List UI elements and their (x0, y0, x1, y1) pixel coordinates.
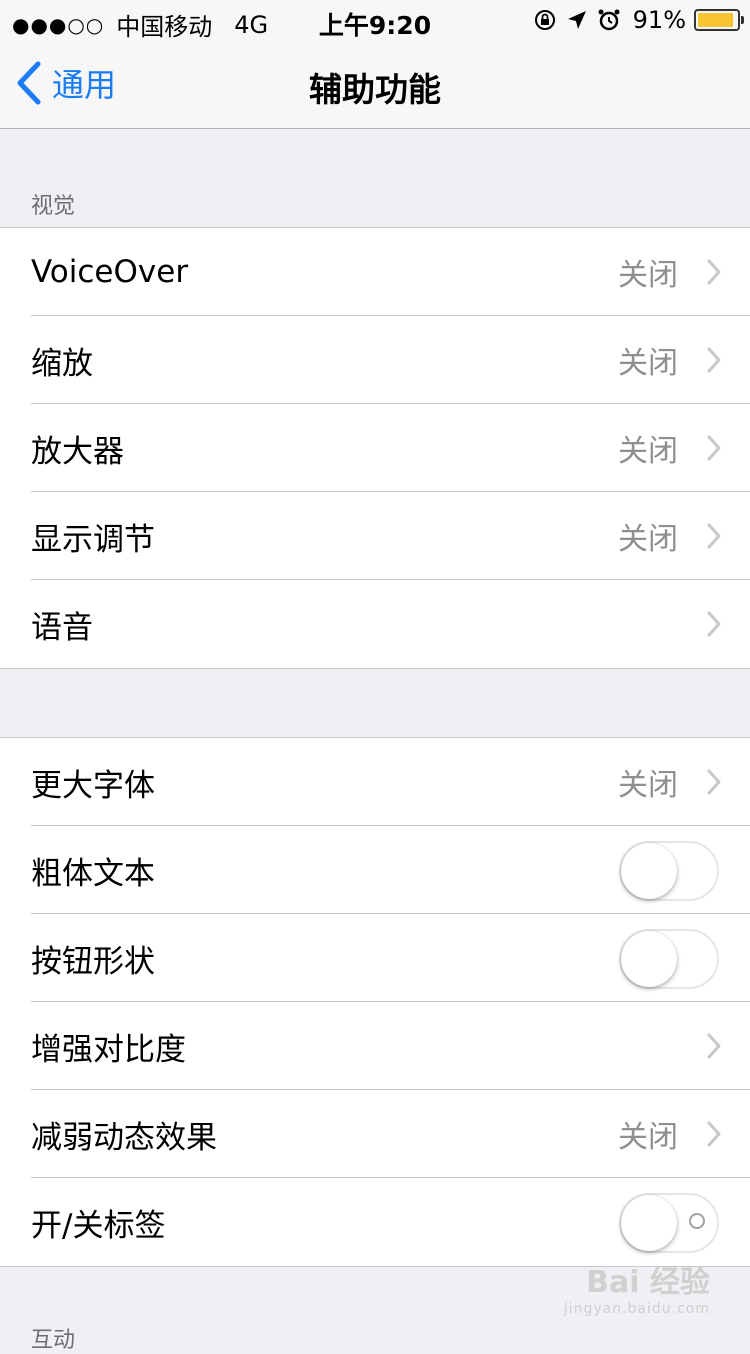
settings-row-0-2[interactable]: 放大器 关闭 (0, 404, 750, 492)
chevron-right-icon (707, 523, 721, 549)
row-value: 关闭 (618, 522, 678, 557)
row-label: 粗体文本 (31, 855, 155, 892)
settings-group-vision: VoiceOver 关闭 缩放 关闭 放大器 关闭 显示调节 关闭 语音 (0, 227, 750, 669)
row-label: 开/关标签 (31, 1207, 166, 1244)
row-label: 增强对比度 (31, 1031, 186, 1068)
off-label-icon (689, 1213, 705, 1229)
settings-row-0-4[interactable]: 语音 (0, 580, 750, 668)
chevron-right-icon (707, 1033, 721, 1059)
row-value: 关闭 (618, 346, 678, 381)
settings-row-1-2[interactable]: 按钮形状 (0, 914, 750, 1002)
chevron-right-icon (707, 435, 721, 461)
row-label: 语音 (31, 609, 93, 646)
section-header-vision: 视觉 (31, 194, 76, 219)
navigation-bar: 通用 辅助功能 (0, 40, 750, 129)
toggle-switch[interactable] (619, 1193, 719, 1253)
row-label: 缩放 (31, 345, 93, 382)
row-value: 关闭 (618, 258, 678, 293)
row-value: 关闭 (618, 1120, 678, 1155)
battery-percent: 91% (632, 6, 686, 34)
row-label: 按钮形状 (31, 943, 155, 980)
chevron-right-icon (707, 347, 721, 373)
row-label: 显示调节 (31, 521, 155, 558)
watermark: Bai 经验 jingyan.baidu.com (563, 1265, 710, 1317)
row-label: 更大字体 (31, 767, 155, 804)
row-value: 关闭 (618, 768, 678, 803)
settings-row-1-3[interactable]: 增强对比度 (0, 1002, 750, 1090)
toggle-switch[interactable] (619, 929, 719, 989)
chevron-right-icon (707, 769, 721, 795)
settings-group-display: 更大字体 关闭 粗体文本 按钮形状 增强对比度 减弱动态效果 关闭 开/关标签 (0, 737, 750, 1267)
battery-fill (698, 13, 733, 27)
settings-row-1-5[interactable]: 开/关标签 (0, 1178, 750, 1266)
status-right: 91% (525, 6, 744, 34)
chevron-right-icon (707, 1121, 721, 1147)
row-value: 关闭 (618, 434, 678, 469)
page-title: 辅助功能 (309, 70, 441, 109)
rotation-lock-icon (533, 8, 557, 32)
status-bar: ●●●○○ 中国移动 4G 上午9:20 91% (0, 0, 750, 41)
chevron-right-icon (707, 259, 721, 285)
chevron-right-icon (707, 611, 721, 637)
toggle-knob (621, 1195, 677, 1251)
watermark-url: jingyan.baidu.com (563, 1301, 710, 1317)
row-label: 放大器 (31, 433, 124, 470)
section-header-interaction: 互动 (31, 1328, 76, 1353)
settings-row-1-1[interactable]: 粗体文本 (0, 826, 750, 914)
location-arrow-icon (565, 8, 589, 32)
row-label: 减弱动态效果 (31, 1119, 217, 1156)
settings-row-0-1[interactable]: 缩放 关闭 (0, 316, 750, 404)
battery-icon (694, 9, 744, 31)
alarm-icon (597, 8, 621, 32)
toggle-knob (621, 843, 677, 899)
settings-row-1-0[interactable]: 更大字体 关闭 (0, 738, 750, 826)
watermark-text: Bai 经验 (586, 1265, 710, 1300)
toggle-switch[interactable] (619, 841, 719, 901)
settings-row-0-3[interactable]: 显示调节 关闭 (0, 492, 750, 580)
row-label: VoiceOver (31, 254, 189, 290)
settings-row-0-0[interactable]: VoiceOver 关闭 (0, 228, 750, 316)
settings-row-1-4[interactable]: 减弱动态效果 关闭 (0, 1090, 750, 1178)
toggle-knob (621, 931, 677, 987)
